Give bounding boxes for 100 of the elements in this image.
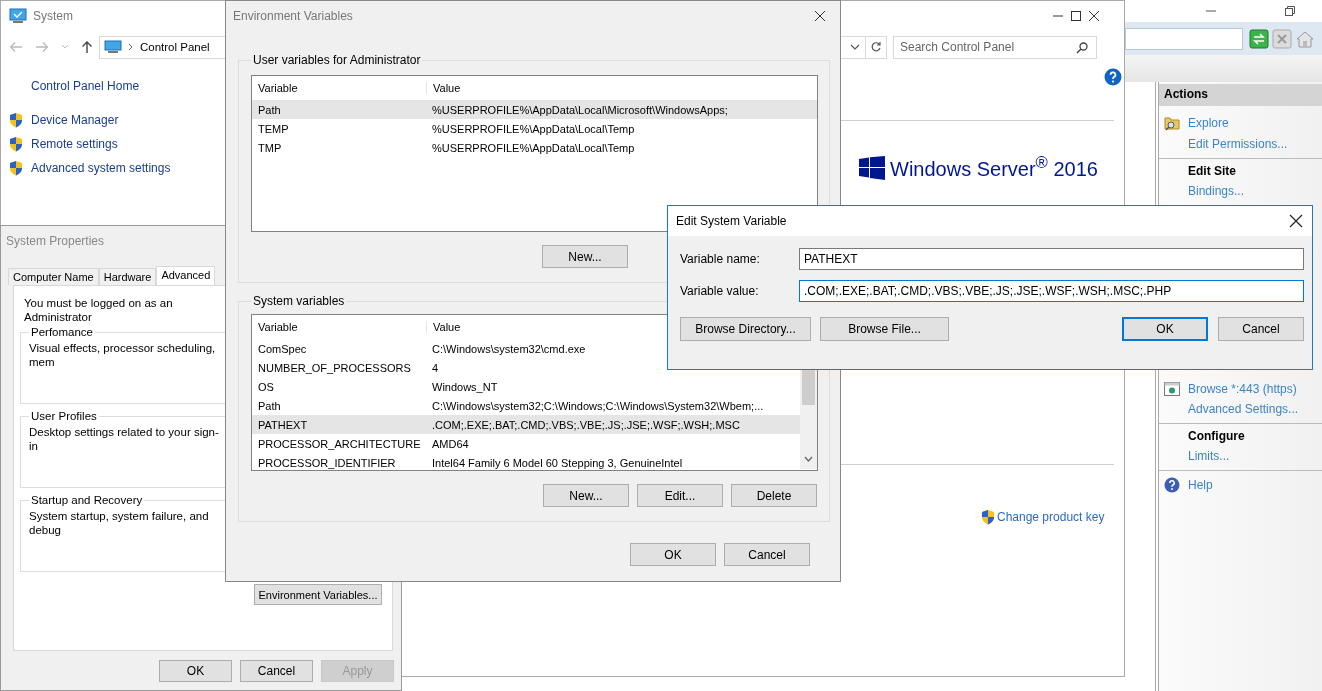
dialog-button[interactable]: Edit... (637, 484, 723, 507)
dialog-button[interactable]: Delete (731, 484, 817, 507)
close-icon[interactable] (1088, 10, 1100, 22)
table-cell-text: Windows_NT (431, 380, 498, 393)
table-cell-text: .COM;.EXE;.BAT;.CMD;.VBS;.VBE;.JS;.JSE;.WSF;.WSH;.MSC (431, 418, 740, 431)
sidebar-link[interactable]: Remote settings (31, 137, 118, 151)
column-header[interactable]: Variable (252, 82, 427, 94)
table-cell-text: Intel64 Family 6 Model 60 Stepping 3, GenuineIntel (431, 456, 683, 469)
input-field[interactable]: PATHEXT (799, 248, 1304, 270)
table-cell-text: %USERPROFILE%\AppData\Local\Temp (431, 122, 635, 135)
action-link[interactable]: Browse *:443 (https) (1188, 382, 1297, 396)
group-title: Startup and Recovery (30, 494, 144, 506)
input-field[interactable]: .COM;.EXE;.BAT;.CMD;.VBS;.VBE;.JS;.JSE;.WSF;.WSH;.MSC;.PHP (799, 280, 1304, 302)
window-title: System Properties (6, 234, 105, 248)
action-link[interactable]: Advanced Settings... (1188, 402, 1299, 416)
browser-icon (1164, 382, 1180, 396)
table-cell-text: TEMP (257, 122, 290, 135)
table-cell-text: %USERPROFILE%\AppData\Local\Microsoft\WindowsApps; (431, 103, 728, 116)
table-row[interactable]: Path C:\Windows\system32;C:\Windows;C:\Windows\System32\Wbem;... (252, 396, 800, 415)
admin-note: You must be logged on as an Administrator (23, 296, 174, 324)
computer-icon (9, 8, 27, 24)
group-title: Perfomance (30, 326, 94, 338)
close-icon[interactable] (814, 10, 826, 22)
table-cell-text: NUMBER_OF_PROCESSORS (257, 361, 412, 374)
field-label: Variable value: (680, 284, 760, 298)
table-cell-text: C:\Windows\system32\cmd.exe (431, 342, 586, 355)
action-link[interactable]: Bindings... (1188, 184, 1245, 198)
group-title: System variables (252, 294, 346, 308)
edition-logo-text: Windows Server$^{®}$ 2016 (890, 152, 1098, 180)
table-cell-text: C:\Windows\system32;C:\Windows;C:\Windows\System32\Wbem;... (431, 399, 764, 412)
search-field[interactable]: Search Control Panel (893, 35, 1097, 59)
dialog-button[interactable]: Browse File... (820, 317, 949, 341)
table-row[interactable]: TMP %USERPROFILE%\AppData\Local\Temp (252, 138, 817, 157)
action-link[interactable]: Limits... (1188, 449, 1230, 463)
window-title: Edit System Variable (676, 214, 787, 228)
dropdown-icon[interactable] (850, 44, 860, 50)
change-product-key-link[interactable]: Change product key (997, 509, 1105, 524)
close-icon[interactable] (1289, 214, 1303, 228)
table-row[interactable]: PROCESSOR_IDENTIFIER Intel64 Family 6 Model 60 Stepping 3, GenuineIntel (252, 453, 800, 470)
panel-header: Actions (1159, 84, 1322, 106)
dialog-button[interactable]: Cancel (724, 543, 810, 566)
table-row[interactable]: TEMP %USERPROFILE%\AppData\Local\Temp (252, 119, 817, 138)
shield-icon (9, 136, 23, 152)
table-cell-text: Path (257, 399, 282, 412)
action-link[interactable]: Help (1188, 478, 1213, 492)
help-icon[interactable] (1104, 68, 1122, 86)
restore-icon[interactable] (1284, 5, 1296, 17)
shield-icon (9, 160, 23, 176)
table-row[interactable]: PROCESSOR_ARCHITECTURE AMD64 (252, 434, 800, 453)
dialog-button[interactable]: New... (543, 484, 629, 507)
refresh-button[interactable] (865, 35, 887, 59)
group-description: Visual effects, processor scheduling, mem (29, 341, 217, 369)
table-row[interactable]: OS Windows_NT (252, 377, 800, 396)
table-cell-text: %USERPROFILE%\AppData\Local\Temp (431, 141, 635, 154)
section-heading: Configure (1187, 428, 1246, 445)
table-cell-text: OS (257, 380, 275, 393)
dialog-button[interactable]: Cancel (240, 660, 313, 682)
up-icon[interactable] (81, 40, 93, 54)
table-cell-text: ComSpec (257, 342, 308, 355)
table-cell-text: Path (257, 103, 282, 116)
group-description: Desktop settings related to your sign-in (29, 425, 219, 453)
table-cell-text: PROCESSOR_IDENTIFIER (257, 456, 397, 469)
new-button[interactable]: New... (542, 245, 628, 268)
action-link[interactable]: Edit Permissions... (1188, 137, 1288, 151)
refresh-icon (870, 41, 882, 53)
table-row[interactable]: Path %USERPROFILE%\AppData\Local\Microsoft\WindowsApps; (252, 100, 817, 119)
section-heading: Edit Site (1187, 163, 1237, 180)
shield-icon (9, 112, 23, 128)
group-title: User variables for Administrator (252, 53, 422, 67)
sidebar-link[interactable]: Advanced system settings (31, 161, 171, 175)
tab[interactable]: Hardware (98, 268, 157, 285)
group-description: System startup, system failure, and debug (29, 509, 210, 537)
window-title: System (33, 9, 73, 23)
dialog-button[interactable]: OK (159, 660, 232, 682)
sidebar-link[interactable]: Device Manager (31, 113, 119, 127)
shield-icon (981, 508, 995, 525)
search-icon[interactable] (1076, 41, 1088, 54)
table-cell-text: TMP (257, 141, 283, 154)
table-cell-text: 4 (431, 361, 439, 374)
dialog-button[interactable]: Browse Directory... (680, 317, 811, 341)
action-link[interactable]: Explore (1188, 116, 1229, 130)
table-row[interactable]: PATHEXT .COM;.EXE;.BAT;.CMD;.VBS;.VBE;.JS;.JSE;.WSF;.WSH;.MSC (252, 415, 800, 434)
tab[interactable]: Computer Name (8, 268, 99, 285)
folder-search-icon (1164, 115, 1180, 131)
column-header[interactable]: Value (427, 82, 461, 94)
environment-variables-button[interactable]: Environment Variables... (254, 584, 382, 605)
table-cell-text: PROCESSOR_ARCHITECTURE (257, 437, 422, 450)
table-cell-text: PATHEXT (257, 418, 309, 431)
dialog-button[interactable]: Cancel (1218, 317, 1304, 341)
column-header[interactable]: Variable (252, 321, 427, 333)
tab[interactable]: Advanced (156, 266, 216, 285)
maximize-icon[interactable] (1070, 10, 1082, 22)
dialog-button[interactable]: OK (1122, 317, 1208, 341)
dialog-button[interactable]: OK (630, 543, 716, 566)
breadcrumb[interactable]: Control Panel (140, 41, 210, 53)
window-title: Environment Variables (233, 9, 353, 23)
column-header[interactable]: Value (427, 321, 461, 333)
group-title: User Profiles (30, 410, 98, 422)
refresh-icon[interactable] (1249, 28, 1269, 49)
sidebar-link[interactable]: Control Panel Home (9, 79, 226, 93)
